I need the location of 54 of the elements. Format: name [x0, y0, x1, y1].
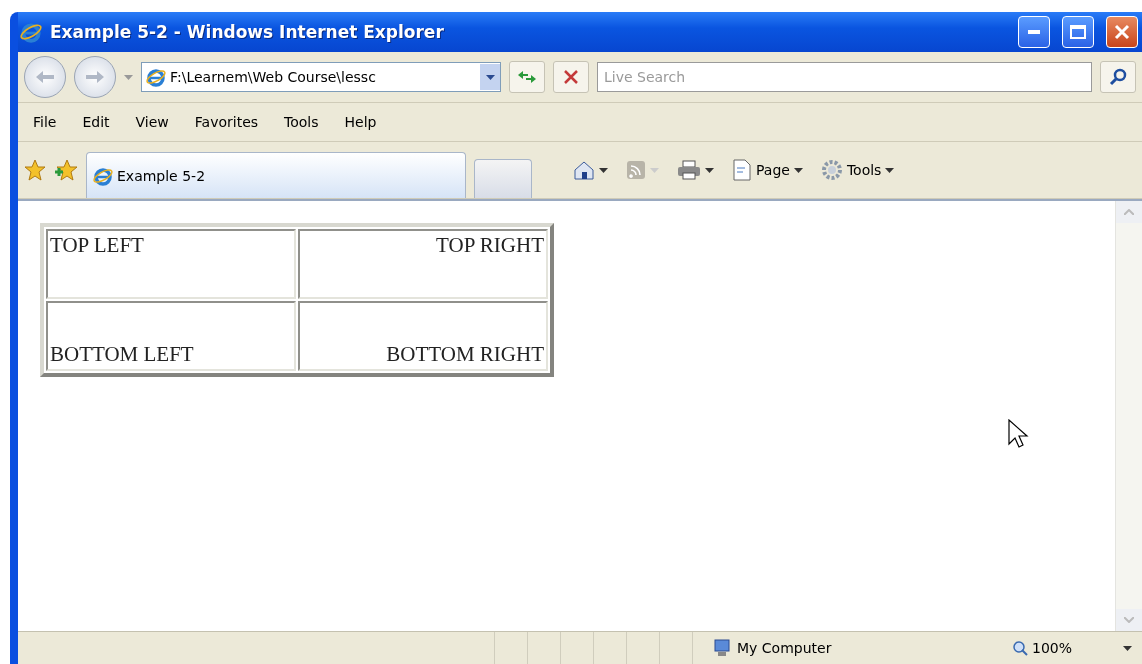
search-field[interactable]: Live Search [597, 62, 1092, 92]
left-arrow-icon [35, 70, 55, 84]
table-cell: TOP RIGHT [298, 229, 548, 299]
maximize-icon [1070, 25, 1086, 39]
address-field[interactable]: F:\Learnem\Web Course\lessc [141, 62, 501, 92]
star-icon [24, 159, 46, 181]
search-icon [1109, 68, 1127, 86]
close-icon [1114, 24, 1130, 40]
caret-icon [793, 167, 803, 173]
add-favorite-icon [54, 159, 78, 181]
arrows-icon [516, 69, 538, 85]
caret-icon [124, 74, 133, 80]
page-icon [732, 159, 752, 181]
caret-icon [885, 167, 895, 173]
mouse-pointer-icon [1008, 419, 1030, 449]
dropdown-button[interactable] [480, 64, 500, 90]
caret-icon [485, 74, 495, 80]
maximize-button[interactable] [1062, 16, 1094, 48]
stop-icon [564, 70, 578, 84]
menu-item[interactable]: Edit [73, 114, 119, 130]
page-button[interactable]: Page [727, 159, 808, 181]
window-title: Example 5-2 - Windows Internet Explorer [50, 22, 445, 42]
feed-icon [626, 160, 646, 180]
refresh-button[interactable] [509, 61, 545, 93]
caret-icon [599, 167, 608, 173]
house-icon [573, 160, 595, 180]
tools-button[interactable]: Tools [815, 159, 900, 181]
menu-item[interactable]: Favorites [185, 114, 268, 130]
caret-icon [650, 167, 659, 173]
table-cell: BOTTOM LEFT [46, 301, 296, 371]
right-arrow-icon [85, 70, 105, 84]
minimize-icon [1028, 30, 1040, 34]
menu-item[interactable]: Tools [275, 114, 328, 130]
browser-e-icon [146, 67, 166, 87]
gear-icon [820, 159, 843, 181]
zoom-icon [1012, 640, 1028, 656]
browser-e-icon [93, 165, 113, 186]
caret-icon [1122, 645, 1132, 651]
table-cell: TOP LEFT [46, 229, 296, 299]
minimize-button[interactable] [1018, 16, 1050, 48]
printer-icon [677, 160, 701, 180]
zoom-button[interactable]: 100% [992, 640, 1112, 656]
table-cell: BOTTOM RIGHT [298, 301, 548, 371]
computer-icon [713, 639, 731, 657]
zone-label: My Computer [737, 640, 832, 656]
menu-item[interactable]: View [126, 114, 178, 130]
search-button[interactable] [1100, 61, 1136, 93]
close-button[interactable] [1106, 16, 1138, 48]
tab[interactable]: Example 5-2 [86, 152, 466, 198]
stop-button[interactable] [553, 61, 589, 93]
browser-e-icon [20, 21, 42, 43]
caret-icon [705, 167, 714, 173]
menu-item[interactable]: Help [335, 114, 386, 130]
menu-item[interactable]: File [24, 114, 66, 130]
